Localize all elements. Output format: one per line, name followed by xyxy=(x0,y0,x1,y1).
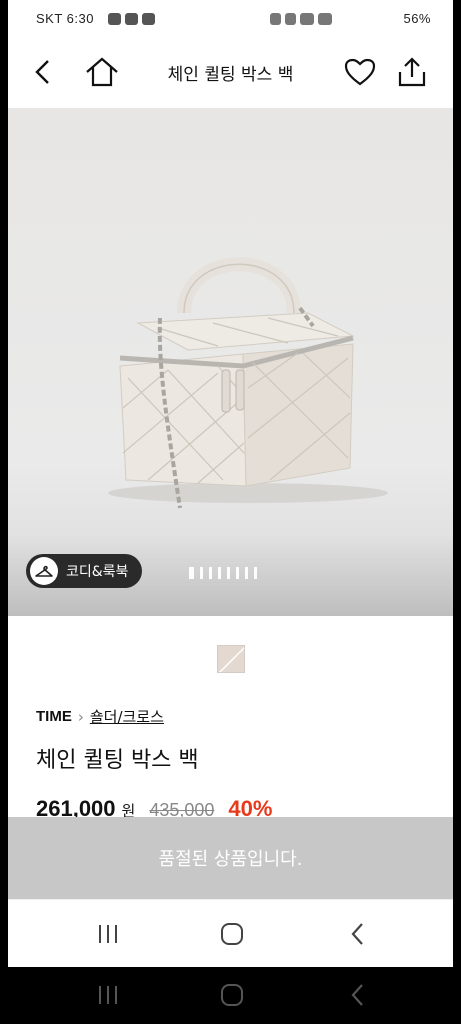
status-bar: SKT 6:30 56% xyxy=(8,0,453,38)
back-icon xyxy=(351,984,363,1006)
wifi-icon xyxy=(300,13,314,25)
recent-apps-icon xyxy=(99,925,117,943)
device-nav-bar xyxy=(8,967,453,1024)
app-notification-icon xyxy=(108,13,121,25)
chevron-right-icon: › xyxy=(77,707,84,726)
system-nav-bar xyxy=(8,899,453,967)
carousel-dot xyxy=(200,567,203,579)
device-home-button[interactable] xyxy=(214,979,250,1011)
recent-apps-icon xyxy=(99,986,117,1004)
carousel-indicator xyxy=(189,567,257,579)
alarm-icon xyxy=(270,13,281,25)
color-swatch[interactable] xyxy=(217,645,245,673)
back-icon xyxy=(351,923,363,945)
mute-icon xyxy=(285,13,296,25)
wishlist-button[interactable] xyxy=(340,52,380,92)
category-link[interactable]: 숄더/크로스 xyxy=(90,706,164,727)
carousel-dot-active xyxy=(189,567,194,579)
carousel-dot xyxy=(254,567,257,579)
soldout-banner: 품절된 상품입니다. xyxy=(8,817,453,899)
carousel-dot xyxy=(236,567,239,579)
top-header: 체인 퀼팅 박스 백 xyxy=(8,38,453,108)
product-image-carousel[interactable]: 코디&룩북 xyxy=(8,108,453,616)
carousel-dot xyxy=(245,567,248,579)
system-status-icons xyxy=(270,13,332,25)
app-notification-icon xyxy=(142,13,155,25)
app-screen: SKT 6:30 56% 체인 퀼팅 박스 백 코디&룩북 TIME › 숄더/… xyxy=(8,0,453,1024)
breadcrumb: TIME › 숄더/크로스 xyxy=(36,706,164,727)
page-title: 체인 퀼팅 박스 백 xyxy=(167,65,294,85)
app-notification-icon xyxy=(125,13,138,25)
home-circle-icon xyxy=(221,984,243,1006)
product-name: 체인 퀼팅 박스 백 xyxy=(36,748,199,773)
brand-link[interactable]: TIME xyxy=(36,708,72,725)
hanger-icon xyxy=(30,557,58,585)
carousel-dot xyxy=(209,567,212,579)
carousel-dot xyxy=(227,567,230,579)
share-button[interactable] xyxy=(392,52,432,92)
signal-icon xyxy=(318,13,332,25)
swatch-soldout-slash-icon xyxy=(218,646,244,672)
notification-icons xyxy=(108,13,155,25)
share-icon xyxy=(398,57,426,87)
carousel-dot xyxy=(218,567,221,579)
lookbook-label: 코디&룩북 xyxy=(66,564,129,580)
device-recent-apps-button[interactable] xyxy=(90,979,126,1011)
back-nav-button[interactable] xyxy=(340,918,376,950)
home-nav-button[interactable] xyxy=(214,918,250,950)
recent-apps-button[interactable] xyxy=(90,918,126,950)
status-time: SKT 6:30 xyxy=(36,11,94,26)
battery-level: 56% xyxy=(403,11,431,26)
home-circle-icon xyxy=(221,923,243,945)
heart-icon xyxy=(344,58,376,86)
lookbook-button[interactable]: 코디&룩북 xyxy=(26,554,143,588)
device-back-button[interactable] xyxy=(340,979,376,1011)
